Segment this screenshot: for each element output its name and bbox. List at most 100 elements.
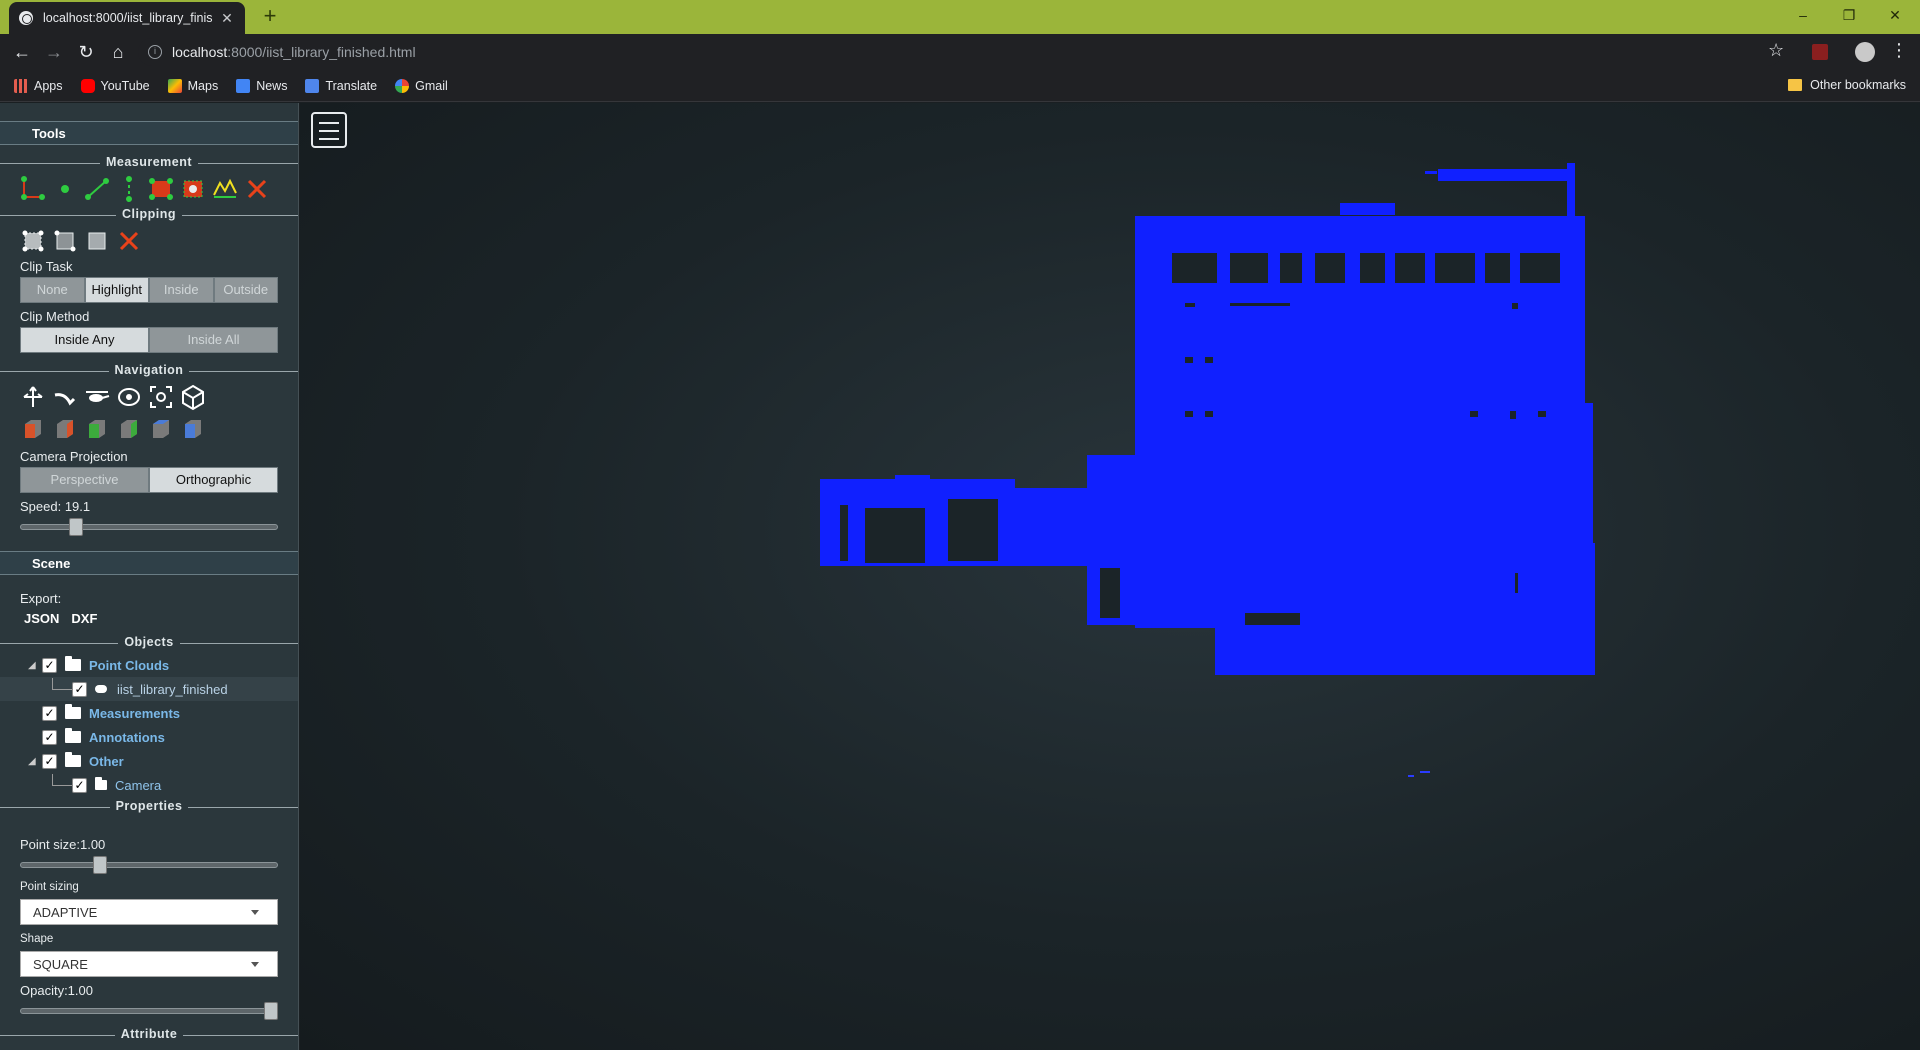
tree-node-camera[interactable]: ✓ Camera [0,773,298,797]
folder-icon [65,752,81,767]
tree-node-measurements[interactable]: ✓ Measurements [0,701,298,725]
bookmark-gmail[interactable]: Gmail [395,78,448,93]
maps-icon [167,78,182,93]
browser-tab[interactable]: localhost:8000/iist_library_finished.htm… [9,2,245,34]
earth-control-icon[interactable] [20,383,46,411]
clip-task-outside-button[interactable]: Outside [213,277,278,303]
expand-triangle-icon[interactable]: ◢ [28,660,42,671]
point-sizing-label: Point sizing [20,881,79,893]
front-view-icon[interactable] [84,416,110,444]
bookmark-youtube[interactable]: YouTube [80,78,150,93]
shape-select[interactable]: SQUARE [20,951,278,977]
volume-measure-icon[interactable] [180,175,206,203]
tree-node-other[interactable]: ◢ ✓ Other [0,749,298,773]
clip-polygon-icon[interactable] [20,227,46,255]
checkbox-pointcloud[interactable]: ✓ [72,681,87,697]
remove-measurements-icon[interactable] [244,175,270,203]
clip-task-buttons: None Highlight Inside Outside [20,277,278,303]
shape-label: Shape [20,933,54,945]
point-size-slider[interactable] [20,856,278,874]
minimize-button[interactable]: – [1780,0,1826,30]
google-icon [395,78,410,93]
measurement-tools [0,171,298,207]
checkbox-camera[interactable]: ✓ [72,777,87,793]
info-icon[interactable]: i [148,45,162,59]
orbit-control-icon[interactable] [116,383,142,411]
fly-control-icon[interactable] [52,383,78,411]
focus-control-icon[interactable] [148,383,174,411]
export-label: Export: [20,591,62,606]
helicopter-control-icon[interactable] [84,383,110,411]
back-arrow-icon[interactable]: ← [10,40,34,64]
bookmarks-bar: Apps YouTube Maps News Translate Gmail O… [0,70,1920,102]
new-tab-button[interactable]: + [258,5,282,29]
checkbox-other[interactable]: ✓ [42,753,57,769]
folder-icon [95,777,107,790]
angle-measure-icon[interactable] [20,175,46,203]
menu-kebab-icon[interactable]: ⋮ [1890,40,1908,61]
bookmark-maps[interactable]: Maps [167,78,218,93]
clip-box-icon[interactable] [84,227,110,255]
left-view-icon[interactable] [20,416,46,444]
profile-measure-icon[interactable] [212,175,238,203]
export-dxf-link[interactable]: DXF [71,611,97,629]
camera-projection-buttons: Perspective Orthographic [20,467,278,493]
point-size-slider-thumb[interactable] [93,856,107,874]
clip-task-highlight-button[interactable]: Highlight [84,277,149,303]
scene-section-header[interactable]: Scene [0,551,298,575]
tools-section-header[interactable]: Tools [0,121,298,145]
url-host: localhost [172,44,228,60]
point-measure-icon[interactable] [52,175,78,203]
translate-icon [305,78,320,93]
opacity-slider-thumb[interactable] [264,1002,278,1020]
speed-slider-thumb[interactable] [69,518,83,536]
full-extent-cube-icon[interactable] [180,383,206,411]
distance-measure-icon[interactable] [84,175,110,203]
speed-slider-track [20,524,278,530]
height-measure-icon[interactable] [116,175,142,203]
bookmark-news[interactable]: News [236,78,287,93]
back-view-icon[interactable] [116,416,142,444]
pdf-extension-icon[interactable] [1812,44,1828,60]
restore-button[interactable]: ❐ [1826,0,1872,30]
address-bar[interactable]: i localhost:8000/iist_library_finished.h… [138,38,1782,66]
remove-clipping-icon[interactable] [116,227,142,255]
browser-toolbar: ← → ↻ ⌂ i localhost:8000/iist_library_fi… [0,34,1920,70]
reload-icon[interactable]: ↻ [74,40,98,64]
home-icon[interactable]: ⌂ [106,40,130,64]
expand-triangle-icon[interactable]: ◢ [28,756,42,767]
bookmark-apps[interactable]: Apps [14,78,63,93]
clip-method-inside-all-button[interactable]: Inside All [149,327,278,353]
checkbox-annotations[interactable]: ✓ [42,729,57,745]
bookmark-star-icon[interactable]: ☆ [1768,40,1784,61]
orthographic-button[interactable]: Orthographic [149,467,278,493]
point-sizing-select[interactable]: ADAPTIVE [20,899,278,925]
checkbox-point-clouds[interactable]: ✓ [42,657,57,673]
opacity-slider[interactable] [20,1002,278,1020]
bottom-view-icon[interactable] [180,416,206,444]
tree-connector [52,774,72,786]
clip-task-inside-button[interactable]: Inside [149,277,214,303]
tree-node-point-clouds[interactable]: ◢ ✓ Point Clouds [0,653,298,677]
bookmark-translate[interactable]: Translate [305,78,377,93]
other-bookmarks[interactable]: Other bookmarks [1788,78,1906,92]
tree-node-annotations[interactable]: ✓ Annotations [0,725,298,749]
profile-avatar-icon[interactable] [1855,42,1875,62]
clip-method-inside-any-button[interactable]: Inside Any [20,327,149,353]
speed-slider[interactable] [20,518,278,536]
top-view-icon[interactable] [148,416,174,444]
close-window-button[interactable]: ✕ [1872,0,1918,30]
right-view-icon[interactable] [52,416,78,444]
forward-arrow-icon[interactable]: → [42,40,66,64]
clip-task-none-button[interactable]: None [20,277,85,303]
apps-grid-icon [14,78,28,93]
export-json-link[interactable]: JSON [24,611,59,629]
point-cloud-viewport[interactable] [300,103,1920,1050]
close-tab-icon[interactable]: ✕ [219,10,235,27]
tree-node-pointcloud[interactable]: ✓ iist_library_finished [0,677,298,701]
perspective-button[interactable]: Perspective [20,467,149,493]
checkbox-measurements[interactable]: ✓ [42,705,57,721]
area-measure-icon[interactable] [148,175,174,203]
clip-volume-icon[interactable] [52,227,78,255]
objects-divider: Objects [0,635,298,651]
